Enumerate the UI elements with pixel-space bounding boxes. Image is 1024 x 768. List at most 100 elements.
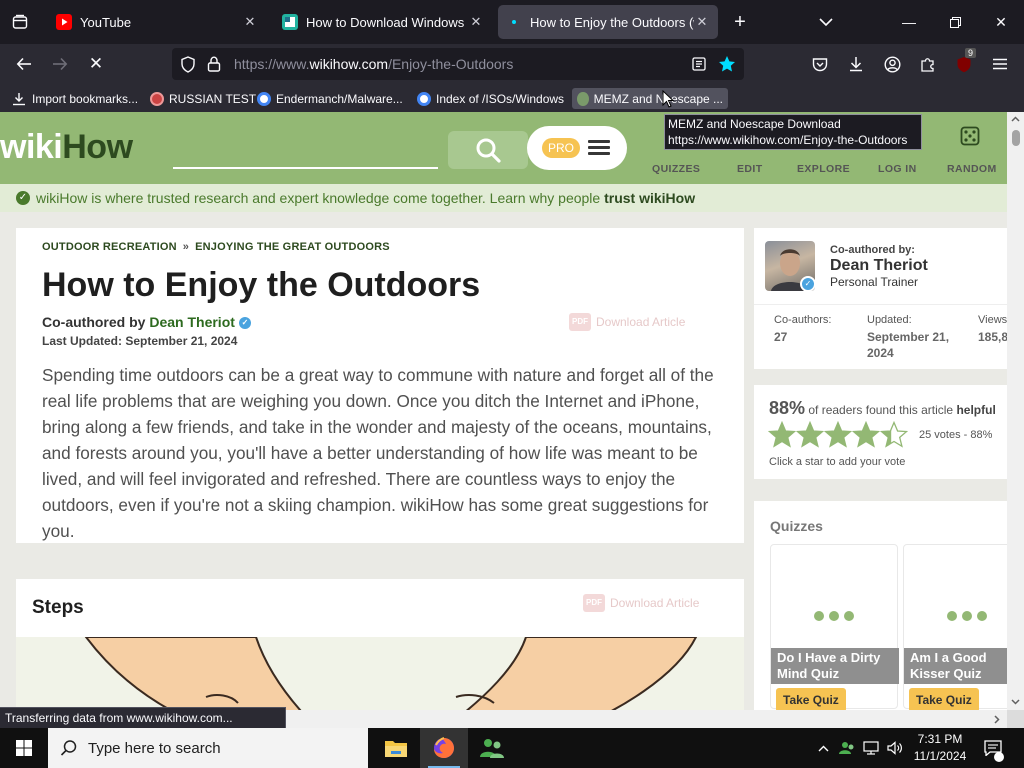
bookmark-label: Endermanch/Malware...: [276, 91, 403, 106]
downloads-button[interactable]: [842, 50, 870, 78]
nav-quizzes[interactable]: QUIZZES: [652, 163, 700, 175]
author-avatar[interactable]: ✓: [765, 241, 815, 291]
start-button[interactable]: [0, 728, 48, 768]
bookmark-index-isos[interactable]: Index of /ISOs/Windows: [417, 88, 564, 109]
sidebar-author-card: ✓ Co-authored by: Dean Theriot Personal …: [754, 228, 1007, 369]
show-hidden-icons-button[interactable]: [812, 728, 834, 768]
lock-icon[interactable]: [207, 56, 221, 72]
bookmark-endermanch[interactable]: Endermanch/Malware...: [257, 88, 403, 109]
take-quiz-button[interactable]: Take Quiz: [776, 688, 846, 710]
list-all-tabs-button[interactable]: [812, 8, 840, 36]
close-tab-icon[interactable]: ✕: [468, 14, 484, 30]
search-input[interactable]: [173, 167, 438, 169]
tab-enjoy-outdoors[interactable]: How to Enjoy the Outdoors (wi ✕: [498, 5, 718, 39]
bookmark-import[interactable]: Import bookmarks...: [12, 88, 138, 109]
clock-time: 7:31 PM: [917, 732, 963, 746]
search-icon: [476, 138, 501, 163]
pocket-button[interactable]: [806, 50, 834, 78]
shield-icon[interactable]: [180, 56, 196, 73]
forward-button[interactable]: [46, 50, 74, 78]
breadcrumb-enjoying-outdoors[interactable]: ENJOYING THE GREAT OUTDOORS: [195, 241, 390, 253]
nav-log-in[interactable]: LOG IN: [878, 163, 917, 175]
scroll-right-icon[interactable]: [994, 715, 1000, 724]
bookmark-star-icon[interactable]: [718, 55, 736, 73]
rating-star-icon[interactable]: [768, 421, 796, 449]
coauthored-label: Co-authored by: [42, 314, 150, 330]
restore-button[interactable]: [932, 0, 978, 44]
random-dice-icon[interactable]: [960, 126, 980, 146]
rating-star-icon[interactable]: [852, 421, 880, 449]
google-icon: [257, 91, 271, 106]
pro-menu-button[interactable]: PRO: [527, 126, 627, 170]
rating-star-icon[interactable]: [880, 421, 908, 449]
steps-section: Steps PDF Download Article: [16, 579, 744, 710]
nav-explore[interactable]: EXPLORE: [797, 163, 850, 175]
volume-button[interactable]: [884, 728, 906, 768]
site-favicon-icon: [282, 14, 298, 30]
scroll-down-icon[interactable]: [1011, 699, 1020, 705]
quiz-card-good-kisser[interactable]: Am I a Good Kisser Quiz Take Quiz: [903, 544, 1007, 710]
minimize-icon: —: [902, 14, 916, 30]
app-menu-button[interactable]: [986, 50, 1014, 78]
arrow-right-icon: [53, 57, 68, 71]
stop-loading-button[interactable]: ✕: [82, 50, 110, 78]
close-window-button[interactable]: ✕: [978, 0, 1024, 44]
people-taskbar-button[interactable]: [468, 728, 516, 768]
url-text[interactable]: https://www.wikihow.com/Enjoy-the-Outdoo…: [234, 56, 513, 72]
close-tab-icon[interactable]: ✕: [242, 14, 258, 30]
scroll-up-icon[interactable]: [1011, 116, 1020, 122]
download-article-button[interactable]: PDF Download Article: [569, 313, 685, 331]
rating-star-icon[interactable]: [824, 421, 852, 449]
firefox-taskbar-button[interactable]: [420, 728, 468, 768]
author-role: Personal Trainer: [830, 275, 919, 289]
tab-youtube[interactable]: YouTube ✕: [48, 5, 266, 39]
logo-part-how: How: [62, 128, 133, 166]
url-bar[interactable]: https://www.wikihow.com/Enjoy-the-Outdoo…: [172, 48, 744, 80]
firefox-view-button[interactable]: [6, 8, 34, 36]
new-tab-button[interactable]: +: [726, 8, 754, 36]
scrollbar-thumb[interactable]: [1012, 130, 1020, 146]
search-button[interactable]: [448, 131, 528, 169]
stat-views: Views: 185,8: [978, 314, 1007, 345]
folder-icon: [385, 741, 407, 757]
stop-icon: ✕: [88, 54, 104, 73]
minimize-button[interactable]: —: [886, 0, 932, 44]
sidebar-author-name[interactable]: Dean Theriot: [830, 257, 928, 275]
vertical-scrollbar[interactable]: [1007, 112, 1024, 710]
nav-random[interactable]: RANDOM: [947, 163, 997, 175]
download-article-button[interactable]: PDF Download Article: [583, 594, 699, 612]
reader-view-icon[interactable]: [692, 57, 706, 71]
nav-edit[interactable]: EDIT: [737, 163, 763, 175]
star-rating[interactable]: [768, 421, 908, 449]
rating-star-icon[interactable]: [796, 421, 824, 449]
quiz-card-dirty-mind[interactable]: Do I Have a Dirty Mind Quiz Take Quiz: [770, 544, 899, 710]
file-explorer-taskbar-button[interactable]: [372, 728, 420, 768]
bookmark-memz[interactable]: MEMZ and Noescape ...: [572, 88, 728, 109]
page-title: How to Enjoy the Outdoors: [42, 266, 481, 304]
back-button[interactable]: [10, 50, 38, 78]
tab-windows-11[interactable]: How to Download Windows 11 ✕: [274, 5, 492, 39]
ublock-button[interactable]: 9: [950, 48, 978, 78]
notifications-button[interactable]: [980, 728, 1006, 768]
bookmark-russian-test[interactable]: RUSSIAN TEST: [150, 88, 256, 109]
extensions-button[interactable]: [914, 50, 942, 78]
author-link[interactable]: Dean Theriot: [149, 314, 235, 330]
stat-value: 27: [774, 330, 788, 344]
horizontal-scrollbar[interactable]: [286, 710, 1007, 728]
bookmark-label: Index of /ISOs/Windows: [436, 91, 565, 106]
network-button[interactable]: [860, 728, 882, 768]
search-placeholder: Type here to search: [88, 740, 221, 757]
taskbar-search-box[interactable]: Type here to search: [48, 728, 368, 768]
wikihow-logo[interactable]: wikiHow: [0, 128, 133, 167]
trust-link[interactable]: trust wikiHow: [604, 190, 695, 206]
tray-people-icon-button[interactable]: [836, 728, 858, 768]
account-button[interactable]: [878, 50, 906, 78]
stat-updated: Updated: September 21, 2024: [867, 314, 963, 361]
breadcrumb-outdoor-recreation[interactable]: OUTDOOR RECREATION: [42, 241, 177, 253]
take-quiz-button[interactable]: Take Quiz: [909, 688, 979, 710]
clock[interactable]: 7:31 PM 11/1/2024: [908, 731, 972, 765]
bookmark-label: Import bookmarks...: [32, 91, 139, 106]
step-illustration: [16, 637, 744, 710]
hands-illustration: [84, 637, 698, 710]
close-tab-icon[interactable]: ✕: [694, 14, 710, 30]
